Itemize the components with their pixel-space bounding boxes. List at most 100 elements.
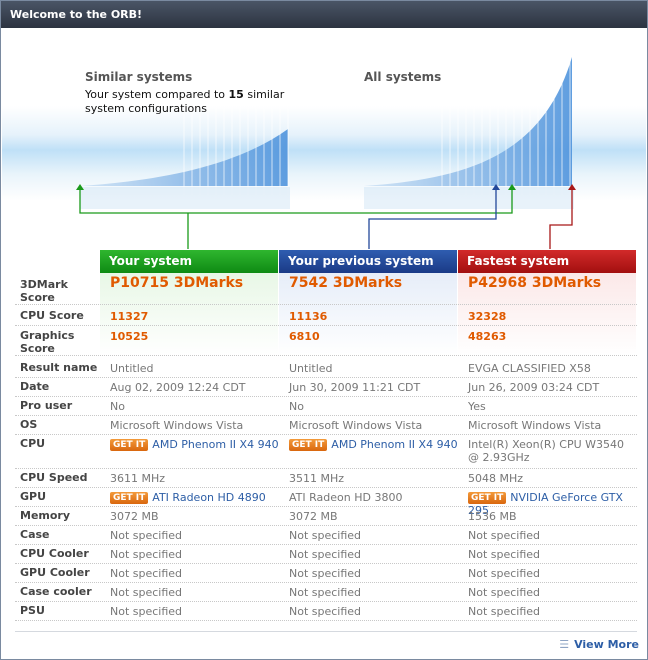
cell-fastest: EVGA CLASSIFIED X58 (468, 362, 591, 375)
view-more-label: View More (574, 638, 639, 651)
cell-previous: 11136 (289, 310, 328, 323)
cell-fastest: 1536 MB (468, 510, 517, 523)
view-more-link[interactable]: ☰ View More (559, 638, 639, 651)
cell-your: 3072 MB (110, 510, 159, 523)
row-label: CPU (20, 437, 46, 450)
cell-previous: Microsoft Windows Vista (289, 419, 423, 432)
product-link[interactable]: AMD Phenom II X4 940 (152, 438, 278, 451)
get-it-button[interactable]: GET IT (110, 439, 149, 451)
cell-fastest: 48263 (468, 330, 507, 343)
row-label: Pro user (20, 399, 73, 412)
get-it-button[interactable]: GET IT (289, 439, 328, 451)
get-it-button[interactable]: GET IT (468, 492, 507, 504)
orb-panel: Welcome to the ORB! Similar systems Your… (0, 0, 648, 660)
cell-previous: Not specified (289, 529, 362, 542)
desc-prefix: Your system compared to (85, 88, 226, 101)
row-label: PSU (20, 604, 45, 617)
cell-your: 10525 (110, 330, 149, 343)
cell-your: Not specified (110, 605, 183, 618)
row-label: GPU Cooler (20, 566, 90, 579)
row-label: Graphics Score (20, 329, 75, 355)
get-it-button[interactable]: GET IT (110, 492, 149, 504)
cell-your: Microsoft Windows Vista (110, 419, 244, 432)
row-os: OS Microsoft Windows Vista Microsoft Windo… (15, 416, 637, 435)
row-label: Result name (20, 361, 98, 374)
row-label: GPU (20, 490, 47, 503)
product-link[interactable]: ATI Radeon HD 4890 (152, 491, 265, 504)
row-gpu: GPU GET IT ATI Radeon HD 4890 ATI Radeon HD… (15, 488, 637, 517)
similar-count: 15 (228, 88, 244, 101)
cell-your: Aug 02, 2009 12:24 CDT (110, 381, 246, 394)
cell-previous: 3072 MB (289, 510, 338, 523)
row-memory: Memory 3072 MB 3072 MB 1536 MB (15, 507, 637, 526)
cell-fastest: 32328 (468, 310, 507, 323)
row-label: OS (20, 418, 38, 431)
cell-your: Not specified (110, 586, 183, 599)
cell-previous: ATI Radeon HD 3800 (289, 491, 403, 504)
cell-fastest: 5048 MHz (468, 472, 524, 485)
row-mark: 3DMark Score P10715 3DMarks 7542 3DMarks P4… (15, 276, 637, 305)
row-label: Case cooler (20, 585, 92, 598)
cell-your: 11327 (110, 310, 149, 323)
cell-your: No (110, 400, 125, 413)
row-label: 3DMark Score (20, 278, 68, 304)
cell-previous: Not specified (289, 548, 362, 561)
cell-your: P10715 3DMarks (110, 275, 244, 291)
cell-your[interactable]: GET IT AMD Phenom II X4 940 (110, 438, 285, 451)
cell-previous[interactable]: GET IT AMD Phenom II X4 940 (289, 438, 464, 451)
cell-fastest: Jun 26, 2009 03:24 CDT (468, 381, 600, 394)
row-gfx-score: Graphics Score 10525 6810 48263 (15, 327, 637, 356)
cell-fastest: Not specified (468, 567, 541, 580)
row-cpu-score: CPU Score 11327 11136 32328 (15, 307, 637, 326)
cell-previous: Not specified (289, 605, 362, 618)
cell-your[interactable]: GET IT ATI Radeon HD 4890 (110, 491, 285, 504)
row-cpu-speed: CPU Speed 3611 MHz 3511 MHz 5048 MHz (15, 469, 637, 488)
cell-fastest: Not specified (468, 529, 541, 542)
row-cpu: CPU GET IT AMD Phenom II X4 940 GET IT AMD P… (15, 435, 637, 469)
similar-systems-title: Similar systems (85, 70, 193, 84)
row-label: Case (20, 528, 50, 541)
row-date: Date Aug 02, 2009 12:24 CDT Jun 30, 2009 1… (15, 378, 637, 397)
row-label: Date (20, 380, 50, 393)
row-label: Memory (20, 509, 71, 522)
row-result: Result name Untitled Untitled EVGA CLASSIFI… (15, 359, 637, 378)
column-header-fastest-system: Fastest system (458, 250, 636, 273)
row-case-cooler: Case cooler Not specified Not specified Not… (15, 583, 637, 602)
cell-previous: Jun 30, 2009 11:21 CDT (289, 381, 421, 394)
cell-fastest: Yes (468, 400, 486, 413)
panel-title: Welcome to the ORB! (1, 1, 647, 28)
row-cpu-cooler: CPU Cooler Not specified Not specified Not … (15, 545, 637, 564)
cell-your: Untitled (110, 362, 154, 375)
cell-previous: 3511 MHz (289, 472, 345, 485)
row-label: CPU Cooler (20, 547, 89, 560)
cell-previous: 7542 3DMarks (289, 275, 403, 291)
cell-fastest: Not specified (468, 605, 541, 618)
row-label: CPU Score (20, 309, 84, 322)
all-systems-title: All systems (364, 70, 442, 84)
cell-your: 3611 MHz (110, 472, 166, 485)
distribution-graphs: Similar systems Your system compared to … (2, 29, 646, 249)
cell-fastest: Microsoft Windows Vista (468, 419, 602, 432)
distribution-curves (76, 49, 576, 249)
cell-your: Not specified (110, 567, 183, 580)
similar-systems-desc: Your system compared to 15 similar syste… (85, 88, 284, 116)
cell-your: Not specified (110, 529, 183, 542)
footer-divider (15, 631, 637, 632)
cell-fastest: Not specified (468, 548, 541, 561)
cell-fastest: Not specified (468, 586, 541, 599)
row-psu: PSU Not specified Not specified Not specifi… (15, 602, 637, 621)
cell-previous: No (289, 400, 304, 413)
cell-fastest: Intel(R) Xeon(R) CPU W3540 @ 2.93GHz (468, 438, 625, 464)
cell-previous: Not specified (289, 567, 362, 580)
list-icon: ☰ (559, 638, 570, 651)
row-case: Case Not specified Not specified Not specif… (15, 526, 637, 545)
product-link[interactable]: AMD Phenom II X4 940 (331, 438, 457, 451)
cell-your: Not specified (110, 548, 183, 561)
cell-previous: 6810 (289, 330, 320, 343)
row-pro: Pro user No No Yes (15, 397, 637, 416)
desc-suffix: similar (247, 88, 285, 101)
cell-fastest: P42968 3DMarks (468, 275, 602, 291)
desc-line2: system configurations (85, 102, 207, 115)
cell-previous: Not specified (289, 586, 362, 599)
column-header-your-system: Your system (100, 250, 278, 273)
